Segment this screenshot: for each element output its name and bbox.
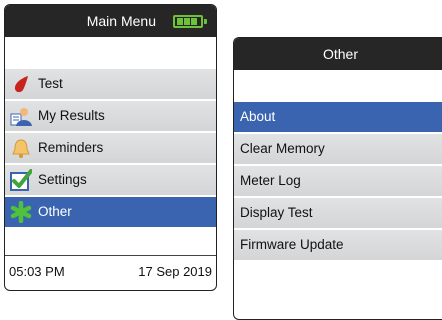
checkmark-icon xyxy=(10,169,32,191)
menu-item-label: Firmware Update xyxy=(240,237,344,252)
main-menu-screen: Main Menu Test My Results Reminders Sett… xyxy=(4,4,217,291)
main-menu-titlebar: Main Menu xyxy=(5,5,216,37)
menu-item-test[interactable]: Test xyxy=(5,69,216,99)
menu-item-label: Settings xyxy=(38,172,87,187)
battery-full-icon xyxy=(173,15,207,28)
bell-icon xyxy=(12,139,30,158)
menu-item-meter-log[interactable]: Meter Log xyxy=(234,166,442,196)
menu-item-label: Clear Memory xyxy=(240,141,325,156)
asterisk-icon xyxy=(10,201,32,223)
menu-item-firmware-update[interactable]: Firmware Update xyxy=(234,230,442,260)
menu-item-my-results[interactable]: My Results xyxy=(5,101,216,131)
other-menu-screen: Other About Clear Memory Meter Log Displ… xyxy=(233,37,442,320)
main-menu-title: Main Menu xyxy=(86,13,156,29)
menu-item-label: Reminders xyxy=(38,140,104,155)
menu-item-label: Meter Log xyxy=(240,173,301,188)
menu-item-display-test[interactable]: Display Test xyxy=(234,198,442,228)
menu-item-label: Other xyxy=(38,204,72,219)
menu-item-reminders[interactable]: Reminders xyxy=(5,133,216,163)
blood-drop-icon xyxy=(14,76,28,93)
main-menu-list: Test My Results Reminders Settings Other xyxy=(5,69,216,229)
menu-item-label: About xyxy=(240,109,276,124)
menu-item-label: Test xyxy=(38,76,63,91)
other-menu-list: About Clear Memory Meter Log Display Tes… xyxy=(234,102,442,262)
menu-item-other[interactable]: Other xyxy=(5,197,216,227)
other-menu-titlebar: Other xyxy=(234,38,442,70)
menu-item-about[interactable]: About xyxy=(234,102,442,132)
menu-item-clear-memory[interactable]: Clear Memory xyxy=(234,134,442,164)
other-menu-title: Other xyxy=(322,46,358,62)
menu-item-settings[interactable]: Settings xyxy=(5,165,216,195)
clock-time: 05:03 PM xyxy=(9,264,65,279)
clock-date: 17 Sep 2019 xyxy=(138,264,212,279)
menu-item-label: My Results xyxy=(38,108,105,123)
person-results-icon xyxy=(10,108,32,126)
status-bar: 05:03 PM 17 Sep 2019 xyxy=(5,255,216,290)
menu-item-label: Display Test xyxy=(240,205,313,220)
